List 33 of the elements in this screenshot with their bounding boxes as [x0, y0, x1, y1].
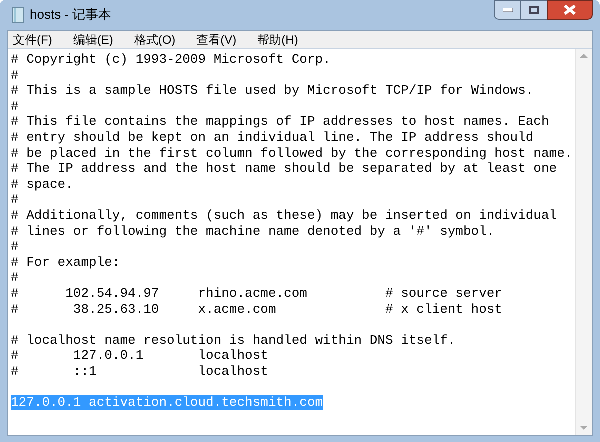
- text-line: # ::1 localhost: [11, 364, 268, 379]
- notepad-icon: [12, 7, 24, 23]
- text-line: # 127.0.0.1 localhost: [11, 348, 268, 364]
- close-button[interactable]: [547, 0, 593, 20]
- text-line: # Copyright (c) 1993-2009 Microsoft Corp.: [11, 52, 331, 67]
- text-line: #: [11, 98, 19, 114]
- text-line: # 38.25.63.10 x.acme.com # x client host: [11, 302, 502, 316]
- text-line: # space.: [11, 176, 74, 192]
- text-line: #: [11, 239, 19, 254]
- minimize-button[interactable]: [494, 0, 521, 20]
- text-line: # localhost name resolution is handled within DNS itself.: [11, 332, 456, 348]
- text-line: # This file contains the mappings of IP addresses to host names. Each: [11, 114, 550, 130]
- text-line: #: [11, 270, 19, 286]
- text-line: #: [11, 192, 19, 208]
- text-line: # For example:: [11, 254, 120, 270]
- maximize-button[interactable]: [521, 0, 547, 20]
- close-icon: [564, 5, 576, 15]
- text-line: # Additionally, comments (such as these) may be inserted on individual: [11, 208, 558, 223]
- text-line: #: [11, 68, 19, 83]
- menu-item[interactable]: 格式(O): [134, 30, 176, 48]
- text-line: # The IP address and the host name should be separated by at least one: [11, 161, 558, 176]
- text-line: # entry should be kept on an individual line. The IP address should: [11, 130, 534, 145]
- menu-item[interactable]: 帮助(H): [258, 30, 298, 48]
- text-line: # 102.54.94.97 rhino.acme.com # source server: [11, 286, 502, 301]
- minimize-icon: [502, 8, 512, 12]
- text-line: # lines or following the machine name denoted by a '#' symbol.: [11, 224, 495, 239]
- menu-item[interactable]: 查看(V): [196, 30, 237, 48]
- menu-item[interactable]: 文件(F): [13, 30, 52, 48]
- text-line: # be placed in the first column followed by the corresponding host name.: [11, 146, 573, 161]
- text-line: # This is a sample HOSTS file used by Microsoft TCP/IP for Windows.: [11, 83, 534, 98]
- maximize-icon: [529, 6, 539, 14]
- window-title: hosts - 记事本: [30, 6, 112, 24]
- menu-item[interactable]: 编辑(E): [73, 30, 114, 48]
